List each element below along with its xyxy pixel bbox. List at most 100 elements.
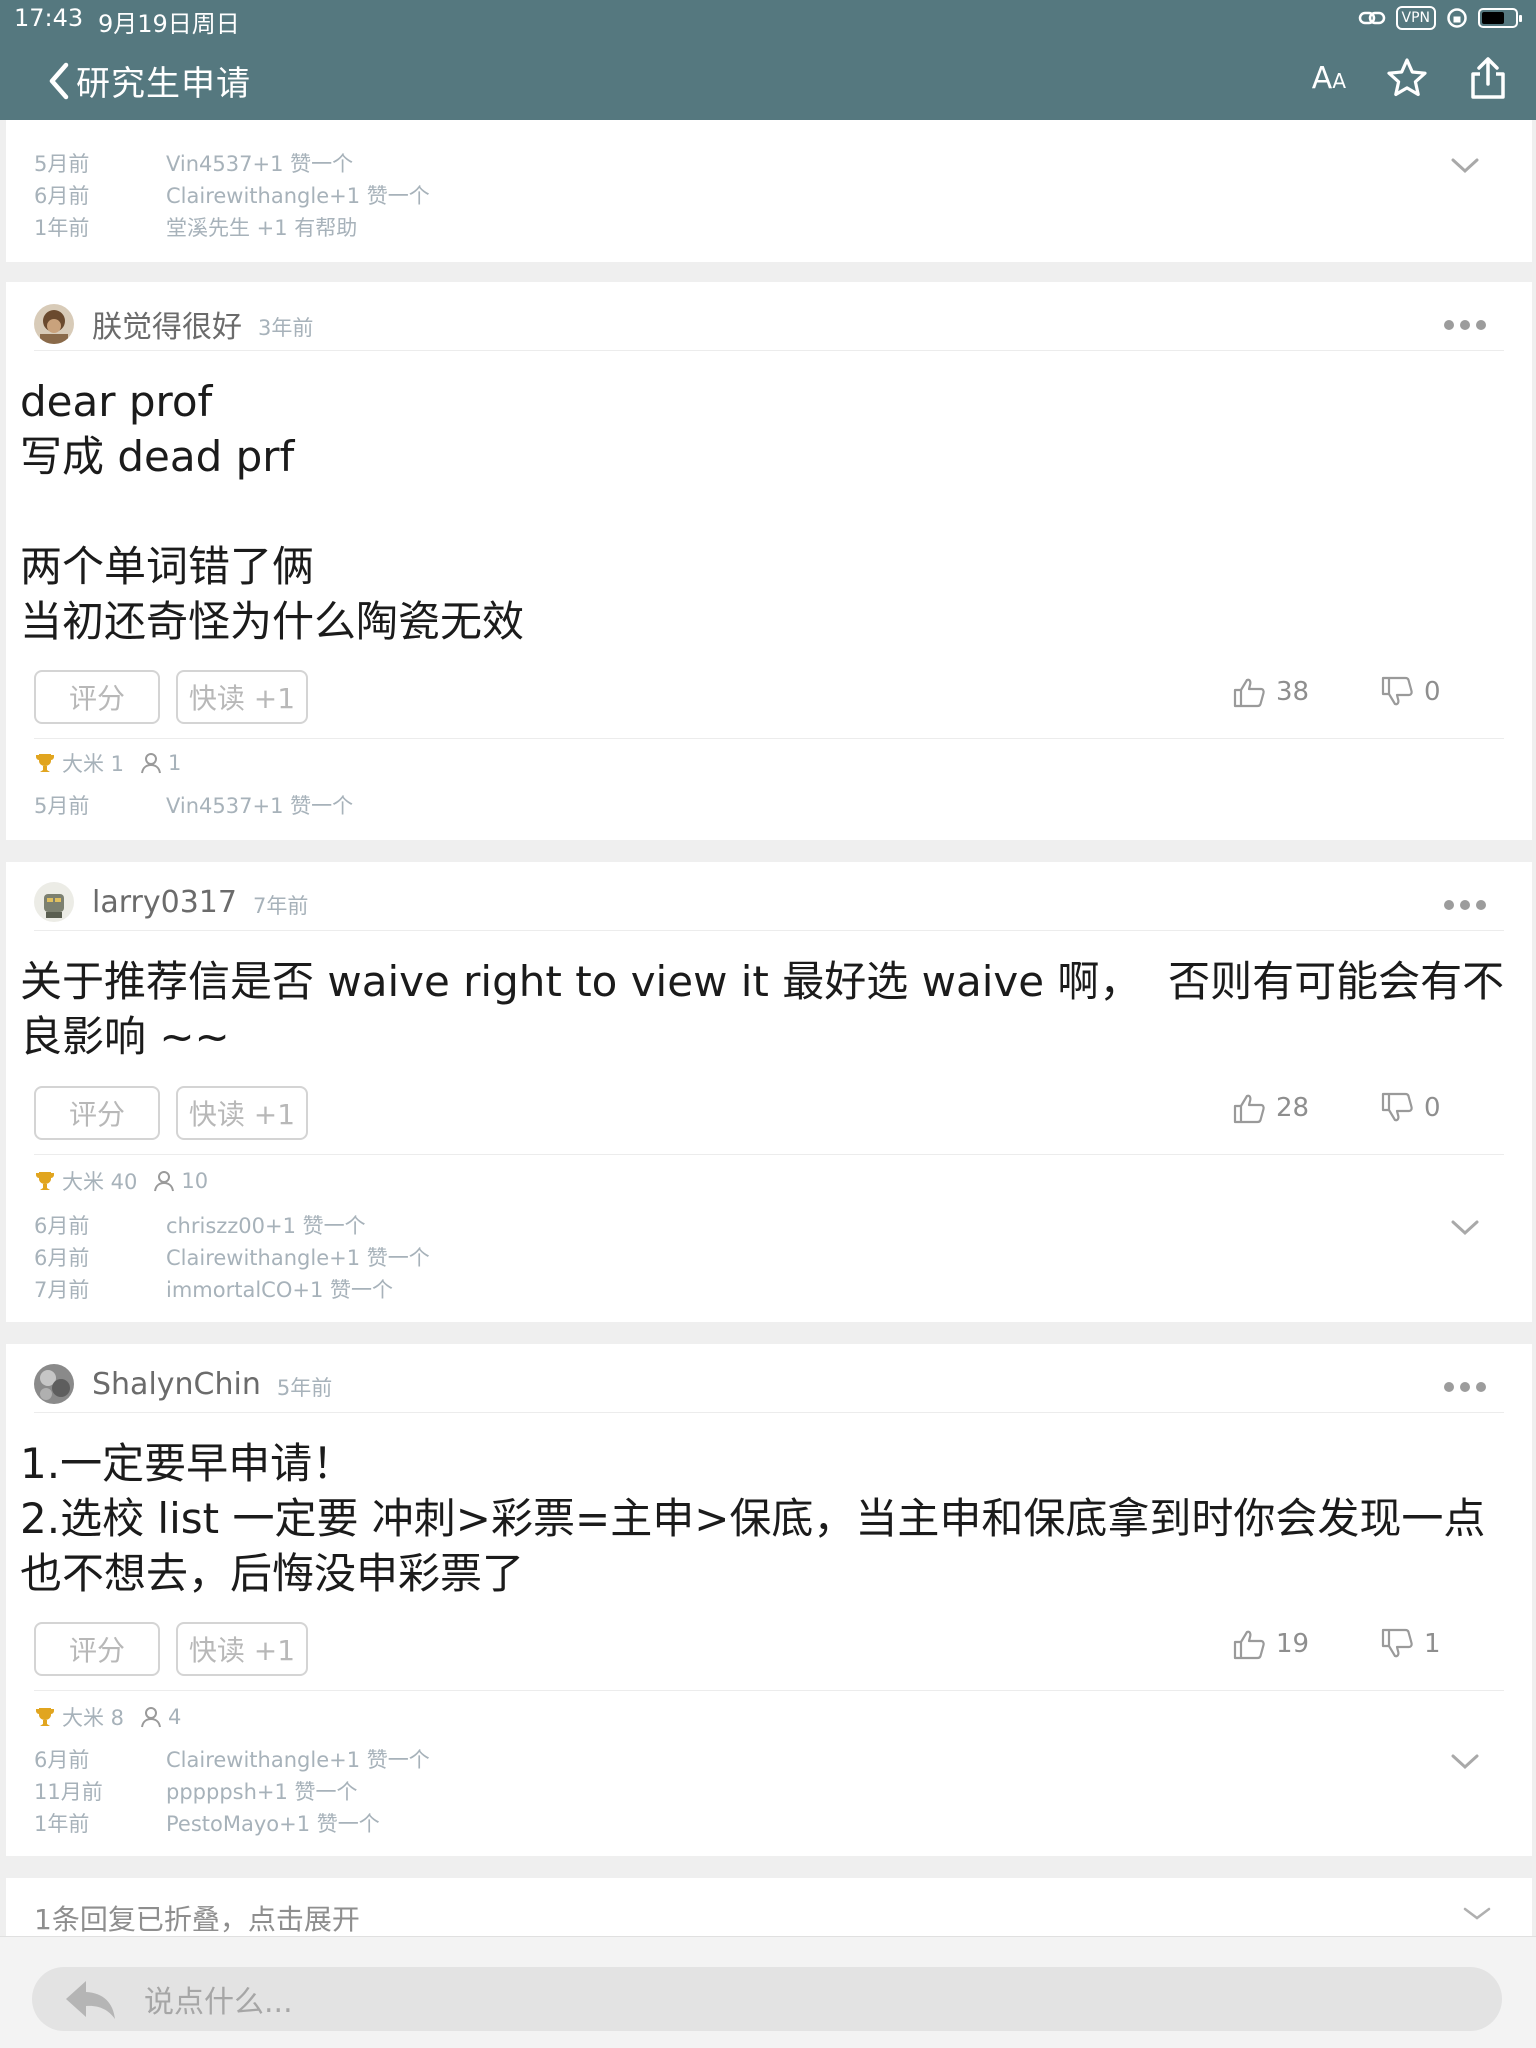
dislike-count: 0	[1424, 1093, 1441, 1123]
reward-row: 大米 1 1	[34, 748, 181, 778]
person-icon	[141, 1707, 162, 1728]
thumbs-up-icon	[1233, 1630, 1265, 1660]
rice-count: 大米 1	[62, 752, 125, 776]
activity-text: Clairewithangle+1 赞一个	[166, 1246, 430, 1270]
person-icon	[141, 753, 162, 774]
dislike-count: 0	[1424, 677, 1441, 707]
vpn-badge: VPN	[1395, 6, 1436, 30]
activity-text: Vin4537+1 赞一个	[166, 794, 354, 818]
activity-text: Clairewithangle+1 赞一个	[166, 1748, 430, 1772]
status-date: 9月19日周日	[98, 10, 240, 38]
post-time: 3年前	[258, 316, 314, 340]
more-options-icon[interactable]	[1444, 900, 1486, 910]
dislike-button[interactable]: 1	[1380, 1628, 1441, 1660]
post-header: 朕觉得很好 3年前	[34, 302, 313, 346]
like-button[interactable]: 19	[1232, 1628, 1309, 1660]
avatar[interactable]	[34, 304, 74, 344]
folded-replies[interactable]: 1条回复已折叠，点击展开	[6, 1878, 1532, 1936]
rice-count: 大米 40	[62, 1170, 138, 1194]
activity-text: immortalCO+1 赞一个	[166, 1278, 393, 1302]
rice-count: 大米 8	[62, 1706, 125, 1730]
divider	[34, 738, 1504, 739]
thumbs-down-icon	[1381, 1092, 1413, 1122]
partial-post-card: 5月前 Vin4537+1 赞一个 6月前 Clairewithangle+1 赞一…	[6, 120, 1532, 262]
top-bar: 17:43 9月19日周日 VPN 研究生申请 AA	[0, 0, 1536, 120]
post-time: 5年前	[276, 1376, 333, 1400]
rotation-lock-icon	[1447, 8, 1467, 28]
reply-icon	[66, 1981, 115, 2019]
username[interactable]: 朕觉得很好	[92, 302, 242, 346]
username[interactable]: ShalynChin	[92, 1367, 261, 1402]
activity-text: PestoMayo+1 赞一个	[166, 1812, 380, 1836]
list-item: 6月前 chriszz00+1 赞一个	[34, 1210, 366, 1240]
font-size-label-small: A	[1332, 68, 1346, 93]
like-button[interactable]: 38	[1232, 676, 1309, 708]
activity-time: 6月前	[34, 1214, 90, 1238]
dislike-button[interactable]: 0	[1380, 1092, 1441, 1124]
comment-placeholder: 说点什么...	[144, 1985, 293, 2020]
rate-button[interactable]: 评分	[34, 1086, 160, 1140]
chevron-down-icon[interactable]	[1450, 1218, 1480, 1238]
font-size-label: A	[1311, 60, 1333, 96]
nav-actions: AA	[1312, 56, 1508, 100]
quick-read-button[interactable]: 快读 +1	[176, 1622, 308, 1676]
quick-read-button[interactable]: 快读 +1	[176, 1086, 308, 1140]
font-size-button[interactable]: AA	[1312, 61, 1346, 96]
list-item: 1年前 PestoMayo+1 赞一个	[34, 1808, 380, 1838]
back-button[interactable]: 研究生申请	[44, 56, 251, 105]
more-options-icon[interactable]	[1444, 1382, 1486, 1392]
rate-button[interactable]: 评分	[34, 670, 160, 724]
activity-text: pppppsh+1 赞一个	[166, 1780, 358, 1804]
share-icon[interactable]	[1468, 56, 1508, 100]
post-card: 朕觉得很好 3年前 dear prof 写成 dead prf 两个单词错了俩 …	[6, 282, 1532, 840]
trophy-icon	[36, 1172, 54, 1190]
like-button[interactable]: 28	[1232, 1092, 1309, 1124]
activity-text: Vin4537+1 赞一个	[166, 152, 354, 176]
activity-time: 6月前	[34, 1246, 90, 1270]
list-item: 6月前 Clairewithangle+1 赞一个	[34, 1242, 430, 1272]
list-item: 7月前 immortalCO+1 赞一个	[34, 1274, 393, 1304]
activity-text: 堂溪先生 +1 有帮助	[166, 216, 358, 240]
avatar[interactable]	[34, 1364, 74, 1404]
post-card: ShalynChin 5年前 1.一定要早申请！ 2.选校 list 一定要 冲…	[6, 1344, 1532, 1856]
quick-read-button[interactable]: 快读 +1	[176, 670, 308, 724]
star-icon[interactable]	[1386, 57, 1428, 99]
thumbs-up-icon	[1233, 1094, 1265, 1124]
comment-input[interactable]: 说点什么...	[32, 1967, 1502, 2031]
dislike-button[interactable]: 0	[1380, 676, 1441, 708]
divider	[34, 930, 1504, 931]
chevron-down-icon[interactable]	[1450, 156, 1480, 176]
trophy-icon	[36, 754, 54, 772]
people-count: 10	[181, 1169, 209, 1193]
divider	[34, 1690, 1504, 1691]
thumbs-up-icon	[1233, 678, 1265, 708]
thumbs-down-icon	[1381, 676, 1413, 706]
activity-time: 5月前	[34, 794, 90, 818]
activity-text: chriszz00+1 赞一个	[166, 1214, 366, 1238]
like-count: 19	[1276, 1629, 1310, 1659]
list-item: 5月前 Vin4537+1 赞一个	[34, 148, 353, 178]
list-item: 1年前 堂溪先生 +1 有帮助	[34, 212, 357, 242]
activity-time: 6月前	[34, 1748, 90, 1772]
divider	[34, 1412, 1504, 1413]
nav-bar: 研究生申请 AA	[0, 48, 1536, 120]
activity-time: 1年前	[34, 216, 90, 240]
like-count: 38	[1276, 677, 1310, 707]
username[interactable]: larry0317	[92, 885, 237, 920]
like-count: 28	[1276, 1093, 1310, 1123]
reward-row: 大米 40 10	[34, 1166, 208, 1196]
list-item: 11月前 pppppsh+1 赞一个	[34, 1776, 358, 1806]
dislike-count: 1	[1424, 1629, 1441, 1659]
trophy-icon	[36, 1708, 54, 1726]
folded-replies-label: 1条回复已折叠，点击展开	[34, 1903, 360, 1936]
people-count: 1	[168, 751, 182, 775]
chevron-down-icon[interactable]	[1450, 1752, 1480, 1772]
activity-time: 5月前	[34, 152, 90, 176]
list-item: 6月前 Clairewithangle+1 赞一个	[34, 1744, 430, 1774]
avatar[interactable]	[34, 882, 74, 922]
more-options-icon[interactable]	[1444, 320, 1486, 330]
activity-time: 7月前	[34, 1278, 90, 1302]
chevron-down-icon[interactable]	[1462, 1906, 1492, 1922]
rate-button[interactable]: 评分	[34, 1622, 160, 1676]
link-icon	[1358, 11, 1385, 25]
